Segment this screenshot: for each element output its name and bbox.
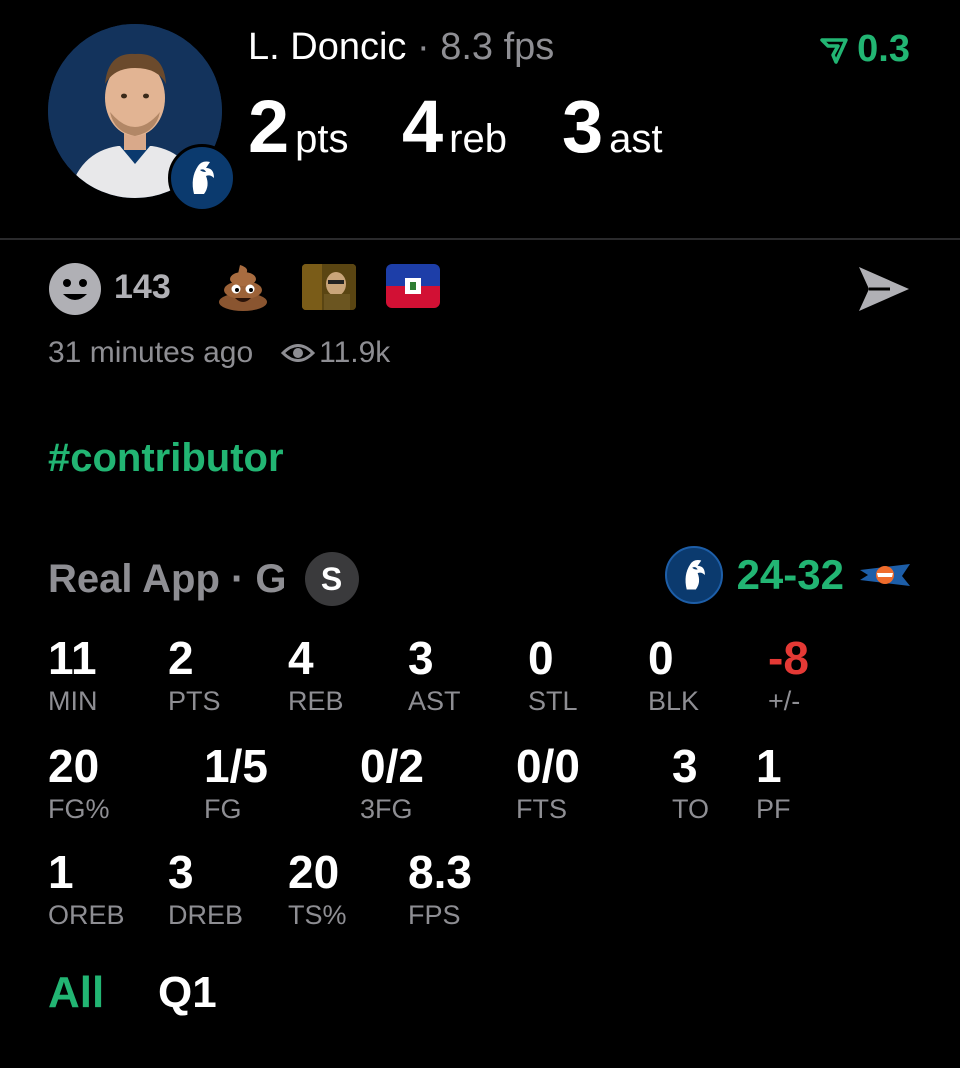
headline-unit: pts — [295, 117, 349, 161]
stat-label: 3FG — [360, 794, 413, 824]
stat-stl: 0 STL — [528, 632, 578, 716]
stat-3fg: 0/2 3FG — [360, 740, 424, 824]
eye-icon — [281, 344, 316, 362]
stat-value: 0 — [528, 632, 554, 684]
stat-label: MIN — [48, 686, 98, 716]
home-team-logo — [664, 546, 723, 604]
headline-value: 4 — [402, 85, 444, 168]
tab-q1[interactable]: Q1 — [158, 968, 217, 1018]
stat-label: +/- — [768, 686, 801, 716]
stat-ast: 3 AST — [408, 632, 461, 716]
stat-label: PTS — [168, 686, 221, 716]
headline-unit: ast — [609, 117, 663, 161]
poop-emoji-icon — [219, 265, 267, 311]
trend-value: 0.3 — [857, 28, 910, 70]
reaction-image-icon — [302, 264, 356, 310]
stat-blk: 0 BLK — [648, 632, 699, 716]
haiti-flag-icon — [386, 264, 440, 308]
stat-fts: 0/0 FTS — [516, 740, 580, 824]
post-meta: 31 minutes ago 11.9k — [48, 336, 390, 370]
player-title-line: L. Doncic · 8.3 fps — [248, 26, 555, 68]
game-score[interactable]: 24-32 — [664, 546, 912, 604]
stat-label: TS% — [288, 900, 347, 930]
stat-label: REB — [288, 686, 344, 716]
stat-label: BLK — [648, 686, 700, 716]
trend-indicator: 0.3 — [819, 28, 910, 71]
stat-value: 2 — [168, 632, 194, 684]
add-reaction-button[interactable] — [48, 262, 102, 316]
stat-label: TO — [672, 794, 710, 824]
score-text: 24-32 — [736, 551, 844, 598]
game-source-label: Real App · G — [48, 556, 287, 601]
stat-pf: 1 PF — [756, 740, 791, 824]
view-count-group: 11.9k — [281, 336, 390, 370]
stat-value: 20 — [288, 846, 340, 898]
stat-min: 11 MIN — [48, 632, 98, 716]
reaction-count: 143 — [114, 268, 171, 306]
okc-thunder-logo-icon — [860, 564, 910, 586]
stat-value: 0/0 — [516, 740, 580, 792]
tab-all[interactable]: All — [48, 968, 104, 1018]
stat-value: 4 — [288, 632, 314, 684]
team-logo-badge — [168, 144, 236, 212]
stat-reb: 4 REB — [288, 632, 344, 716]
headline-unit: reb — [449, 117, 507, 161]
stat-label: PF — [756, 794, 791, 824]
stat-value: 11 — [48, 632, 97, 684]
headline-stat-pts: 2 pts — [248, 84, 349, 169]
game-source: Real App · G S — [48, 552, 359, 606]
stat-value: 1 — [756, 740, 782, 792]
stat-value: 1 — [48, 846, 74, 898]
time-ago: 31 minutes ago — [48, 336, 254, 369]
poop-emoji-reaction[interactable] — [216, 262, 270, 324]
stat-value: 0/2 — [360, 740, 424, 792]
headline-value: 2 — [248, 85, 290, 168]
stat-label: FG% — [48, 794, 110, 824]
player-fps: 8.3 fps — [440, 26, 555, 68]
share-button[interactable] — [856, 264, 912, 314]
stat-label: AST — [408, 686, 461, 716]
stat-fps: 8.3 FPS — [408, 846, 472, 930]
image-reaction[interactable] — [302, 264, 356, 310]
stat-pts: 2 PTS — [168, 632, 221, 716]
header-divider — [0, 238, 960, 240]
stat-value: -8 — [768, 632, 809, 684]
headline-stat-reb: 4 reb — [402, 84, 507, 169]
stat-label: FPS — [408, 900, 461, 930]
smiley-icon — [49, 263, 101, 315]
stat-fg: 1/5 FG — [204, 740, 268, 824]
headline-stat-ast: 3 ast — [562, 84, 663, 169]
mavericks-logo-icon — [685, 560, 705, 590]
stat-label: FG — [204, 794, 242, 824]
stat-value: 3 — [408, 632, 434, 684]
stat-value: 0 — [648, 632, 674, 684]
stat-oreb: 1 OREB — [48, 846, 125, 930]
stat-fg-pct: 20 FG% — [48, 740, 110, 824]
stat-value: 3 — [168, 846, 194, 898]
view-count: 11.9k — [319, 336, 391, 369]
stat-label: OREB — [48, 900, 125, 930]
stat-label: STL — [528, 686, 578, 716]
send-icon — [859, 267, 909, 311]
stat-label: DREB — [168, 900, 244, 930]
stat-plus-minus: -8 +/- — [768, 632, 809, 716]
stat-value: 8.3 — [408, 846, 472, 898]
haiti-flag-reaction[interactable] — [386, 264, 440, 308]
hashtag-link[interactable]: #contributor — [48, 436, 284, 481]
stat-value: 20 — [48, 740, 100, 792]
stat-value: 1/5 — [204, 740, 268, 792]
stat-ts-pct: 20 TS% — [288, 846, 347, 930]
mavericks-logo-icon — [192, 161, 214, 194]
stat-to: 3 TO — [672, 740, 709, 824]
player-name[interactable]: L. Doncic — [248, 26, 406, 68]
trend-down-icon — [820, 37, 848, 64]
stat-label: FTS — [516, 794, 567, 824]
stat-dreb: 3 DREB — [168, 846, 243, 930]
status-badge[interactable]: S — [304, 552, 359, 606]
stat-value: 3 — [672, 740, 698, 792]
headline-value: 3 — [562, 85, 604, 168]
